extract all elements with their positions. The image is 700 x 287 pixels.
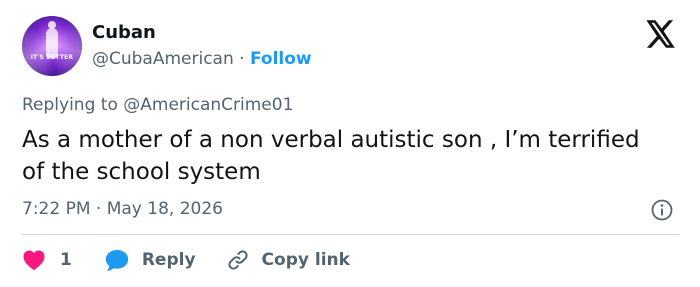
copy-link-label: Copy link bbox=[261, 250, 350, 270]
heart-icon bbox=[22, 249, 46, 271]
follow-button[interactable]: Follow bbox=[250, 49, 312, 69]
reply-label: Reply bbox=[141, 250, 196, 270]
speech-bubble-icon bbox=[104, 248, 130, 272]
action-bar: 1 Reply Copy link bbox=[22, 246, 350, 274]
tweet-text: As a mother of a non verbal autistic son… bbox=[22, 127, 640, 185]
replying-prefix: Replying to bbox=[22, 95, 118, 115]
copy-link-button[interactable]: Copy link bbox=[226, 248, 350, 272]
link-icon bbox=[226, 248, 250, 272]
info-icon[interactable] bbox=[650, 198, 674, 222]
tweet-timestamp[interactable]: 7:22 PM · May 18, 2026 bbox=[22, 198, 223, 220]
avatar-caption: IT'S BETTER bbox=[30, 54, 74, 61]
replying-to: Replying to @AmericanCrime01 bbox=[22, 94, 293, 116]
tweet-time: 7:22 PM bbox=[22, 199, 91, 219]
replying-to-handle[interactable]: @AmericanCrime01 bbox=[123, 95, 293, 115]
handle-separator: · bbox=[239, 49, 245, 69]
author-handle[interactable]: @CubaAmerican bbox=[92, 49, 234, 69]
like-count: 1 bbox=[60, 250, 72, 270]
avatar[interactable]: IT'S BETTER bbox=[22, 16, 82, 76]
tweet-date: May 18, 2026 bbox=[106, 199, 223, 219]
author-name[interactable]: Cuban bbox=[92, 22, 156, 44]
divider bbox=[22, 234, 680, 235]
x-logo-icon[interactable] bbox=[646, 20, 676, 48]
like-button[interactable]: 1 bbox=[22, 249, 104, 271]
handle-row: @CubaAmerican · Follow bbox=[92, 48, 312, 70]
timestamp-separator: · bbox=[95, 199, 102, 219]
reply-button[interactable]: Reply bbox=[104, 248, 226, 272]
